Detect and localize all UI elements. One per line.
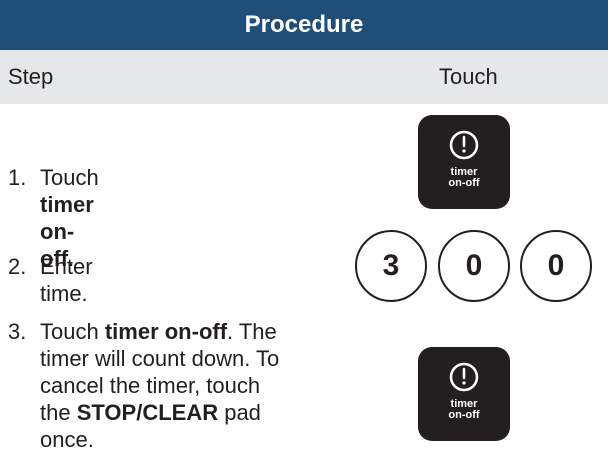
timer-on-off-pad[interactable]: timer on-off: [418, 347, 510, 441]
procedure-title: Procedure: [244, 11, 364, 38]
step-3-number: 3.: [8, 319, 27, 344]
step-2-number: 2.: [8, 254, 27, 279]
step-3-line: cancel the timer, touch: [40, 373, 261, 398]
timer-icon: [449, 362, 479, 392]
procedure-header: Procedure: [0, 0, 608, 50]
timer-pad-label: timer on-off: [448, 166, 480, 189]
step-column-label: Step: [8, 64, 54, 89]
digit-0-button[interactable]: 0: [438, 230, 510, 302]
column-header-row: Step Touch: [0, 50, 608, 104]
timer-pad-label: timer on-off: [448, 398, 480, 421]
digit-0-button[interactable]: 0: [520, 230, 592, 302]
step-3-line: the STOP/CLEAR pad: [40, 400, 261, 425]
step-3-text: Touch timer on-off. The timer will count…: [40, 318, 330, 453]
step-3-line: Touch timer on-off. The: [40, 319, 277, 344]
step-1-number: 1.: [8, 165, 27, 190]
touch-column-label: Touch: [439, 64, 498, 89]
digit-3-button[interactable]: 3: [355, 230, 427, 302]
step-3-line: once.: [40, 427, 94, 452]
step-2-text: Enter time.: [40, 254, 93, 306]
step-3-line: timer will count down. To: [40, 346, 280, 371]
timer-on-off-pad[interactable]: timer on-off: [418, 115, 510, 209]
timer-icon: [449, 130, 479, 160]
